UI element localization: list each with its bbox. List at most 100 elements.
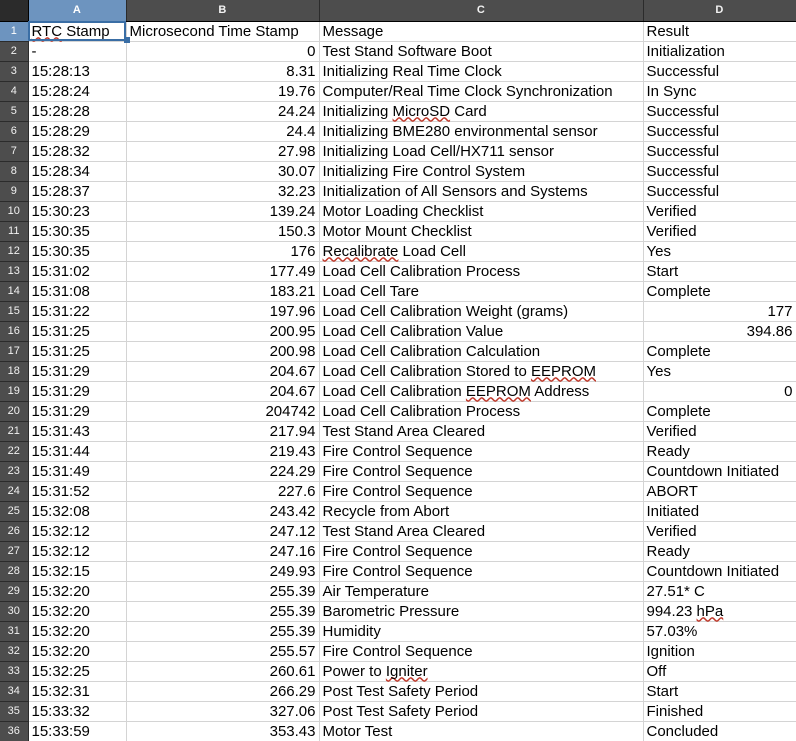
- cell-c26[interactable]: Test Stand Area Cleared: [319, 521, 644, 542]
- cell-a15[interactable]: 15:31:22: [28, 301, 127, 322]
- cell-a14[interactable]: 15:31:08: [28, 281, 127, 302]
- cell-c16[interactable]: Load Cell Calibration Value: [319, 321, 644, 342]
- cell-d9[interactable]: Successful: [643, 181, 796, 202]
- cell-c13[interactable]: Load Cell Calibration Process: [319, 261, 644, 282]
- cell-d35[interactable]: Finished: [643, 701, 796, 722]
- row-header-25[interactable]: 25: [0, 501, 29, 522]
- row-header-22[interactable]: 22: [0, 441, 29, 462]
- row-header-28[interactable]: 28: [0, 561, 29, 582]
- cell-a32[interactable]: 15:32:20: [28, 641, 127, 662]
- cell-b15[interactable]: 197.96: [126, 301, 320, 322]
- row-header-23[interactable]: 23: [0, 461, 29, 482]
- cell-a29[interactable]: 15:32:20: [28, 581, 127, 602]
- cell-a31[interactable]: 15:32:20: [28, 621, 127, 642]
- cell-b22[interactable]: 219.43: [126, 441, 320, 462]
- cell-a19[interactable]: 15:31:29: [28, 381, 127, 402]
- cell-d4[interactable]: In Sync: [643, 81, 796, 102]
- cell-a11[interactable]: 15:30:35: [28, 221, 127, 242]
- cell-c1[interactable]: Message: [319, 21, 644, 42]
- cell-d33[interactable]: Off: [643, 661, 796, 682]
- cell-b18[interactable]: 204.67: [126, 361, 320, 382]
- row-header-13[interactable]: 13: [0, 261, 29, 282]
- cell-d10[interactable]: Verified: [643, 201, 796, 222]
- cell-a16[interactable]: 15:31:25: [28, 321, 127, 342]
- cell-c21[interactable]: Test Stand Area Cleared: [319, 421, 644, 442]
- row-header-31[interactable]: 31: [0, 621, 29, 642]
- cell-a20[interactable]: 15:31:29: [28, 401, 127, 422]
- cell-a5[interactable]: 15:28:28: [28, 101, 127, 122]
- cell-a23[interactable]: 15:31:49: [28, 461, 127, 482]
- cell-b20[interactable]: 204742: [126, 401, 320, 422]
- cell-d22[interactable]: Ready: [643, 441, 796, 462]
- cell-c5[interactable]: Initializing MicroSD Card: [319, 101, 644, 122]
- cell-c23[interactable]: Fire Control Sequence: [319, 461, 644, 482]
- cell-b34[interactable]: 266.29: [126, 681, 320, 702]
- column-header-d[interactable]: D: [643, 0, 796, 22]
- cell-c33[interactable]: Power to Igniter: [319, 661, 644, 682]
- column-header-a[interactable]: A: [28, 0, 127, 22]
- cell-a7[interactable]: 15:28:32: [28, 141, 127, 162]
- cell-b13[interactable]: 177.49: [126, 261, 320, 282]
- cell-a34[interactable]: 15:32:31: [28, 681, 127, 702]
- column-header-b[interactable]: B: [126, 0, 320, 22]
- cell-d23[interactable]: Countdown Initiated: [643, 461, 796, 482]
- cell-a25[interactable]: 15:32:08: [28, 501, 127, 522]
- cell-d34[interactable]: Start: [643, 681, 796, 702]
- cell-d36[interactable]: Concluded: [643, 721, 796, 741]
- cell-a33[interactable]: 15:32:25: [28, 661, 127, 682]
- cell-d26[interactable]: Verified: [643, 521, 796, 542]
- row-header-6[interactable]: 6: [0, 121, 29, 142]
- cell-a27[interactable]: 15:32:12: [28, 541, 127, 562]
- cell-d28[interactable]: Countdown Initiated: [643, 561, 796, 582]
- cell-c34[interactable]: Post Test Safety Period: [319, 681, 644, 702]
- cell-c31[interactable]: Humidity: [319, 621, 644, 642]
- cell-b11[interactable]: 150.3: [126, 221, 320, 242]
- cell-a9[interactable]: 15:28:37: [28, 181, 127, 202]
- row-header-15[interactable]: 15: [0, 301, 29, 322]
- cell-c17[interactable]: Load Cell Calibration Calculation: [319, 341, 644, 362]
- fill-handle[interactable]: [124, 37, 130, 43]
- cell-d1[interactable]: Result: [643, 21, 796, 42]
- row-header-35[interactable]: 35: [0, 701, 29, 722]
- cell-b35[interactable]: 327.06: [126, 701, 320, 722]
- cell-b7[interactable]: 27.98: [126, 141, 320, 162]
- cell-b31[interactable]: 255.39: [126, 621, 320, 642]
- cell-c29[interactable]: Air Temperature: [319, 581, 644, 602]
- cell-a24[interactable]: 15:31:52: [28, 481, 127, 502]
- cell-c32[interactable]: Fire Control Sequence: [319, 641, 644, 662]
- row-header-11[interactable]: 11: [0, 221, 29, 242]
- cell-c10[interactable]: Motor Loading Checklist: [319, 201, 644, 222]
- cell-b26[interactable]: 247.12: [126, 521, 320, 542]
- cell-d32[interactable]: Ignition: [643, 641, 796, 662]
- cell-a17[interactable]: 15:31:25: [28, 341, 127, 362]
- cell-c2[interactable]: Test Stand Software Boot: [319, 41, 644, 62]
- cell-d25[interactable]: Initiated: [643, 501, 796, 522]
- spreadsheet-grid[interactable]: A B C D 1 RTC Stamp Microsecond Time Stamp…: [0, 0, 796, 741]
- row-header-14[interactable]: 14: [0, 281, 29, 302]
- sheet-table[interactable]: A B C D 1 RTC Stamp Microsecond Time Stamp…: [0, 0, 796, 741]
- cell-a3[interactable]: 15:28:13: [28, 61, 127, 82]
- cell-c11[interactable]: Motor Mount Checklist: [319, 221, 644, 242]
- cell-b25[interactable]: 243.42: [126, 501, 320, 522]
- row-header-24[interactable]: 24: [0, 481, 29, 502]
- row-header-36[interactable]: 36: [0, 721, 29, 741]
- row-header-17[interactable]: 17: [0, 341, 29, 362]
- row-header-5[interactable]: 5: [0, 101, 29, 122]
- cell-d13[interactable]: Start: [643, 261, 796, 282]
- cell-a35[interactable]: 15:33:32: [28, 701, 127, 722]
- cell-a13[interactable]: 15:31:02: [28, 261, 127, 282]
- cell-b23[interactable]: 224.29: [126, 461, 320, 482]
- row-header-29[interactable]: 29: [0, 581, 29, 602]
- cell-d20[interactable]: Complete: [643, 401, 796, 422]
- cell-a36[interactable]: 15:33:59: [28, 721, 127, 741]
- cell-a26[interactable]: 15:32:12: [28, 521, 127, 542]
- cell-d12[interactable]: Yes: [643, 241, 796, 262]
- row-header-27[interactable]: 27: [0, 541, 29, 562]
- cell-a12[interactable]: 15:30:35: [28, 241, 127, 262]
- cell-c24[interactable]: Fire Control Sequence: [319, 481, 644, 502]
- cell-c3[interactable]: Initializing Real Time Clock: [319, 61, 644, 82]
- cell-b21[interactable]: 217.94: [126, 421, 320, 442]
- cell-a4[interactable]: 15:28:24: [28, 81, 127, 102]
- cell-a22[interactable]: 15:31:44: [28, 441, 127, 462]
- cell-b12[interactable]: 176: [126, 241, 320, 262]
